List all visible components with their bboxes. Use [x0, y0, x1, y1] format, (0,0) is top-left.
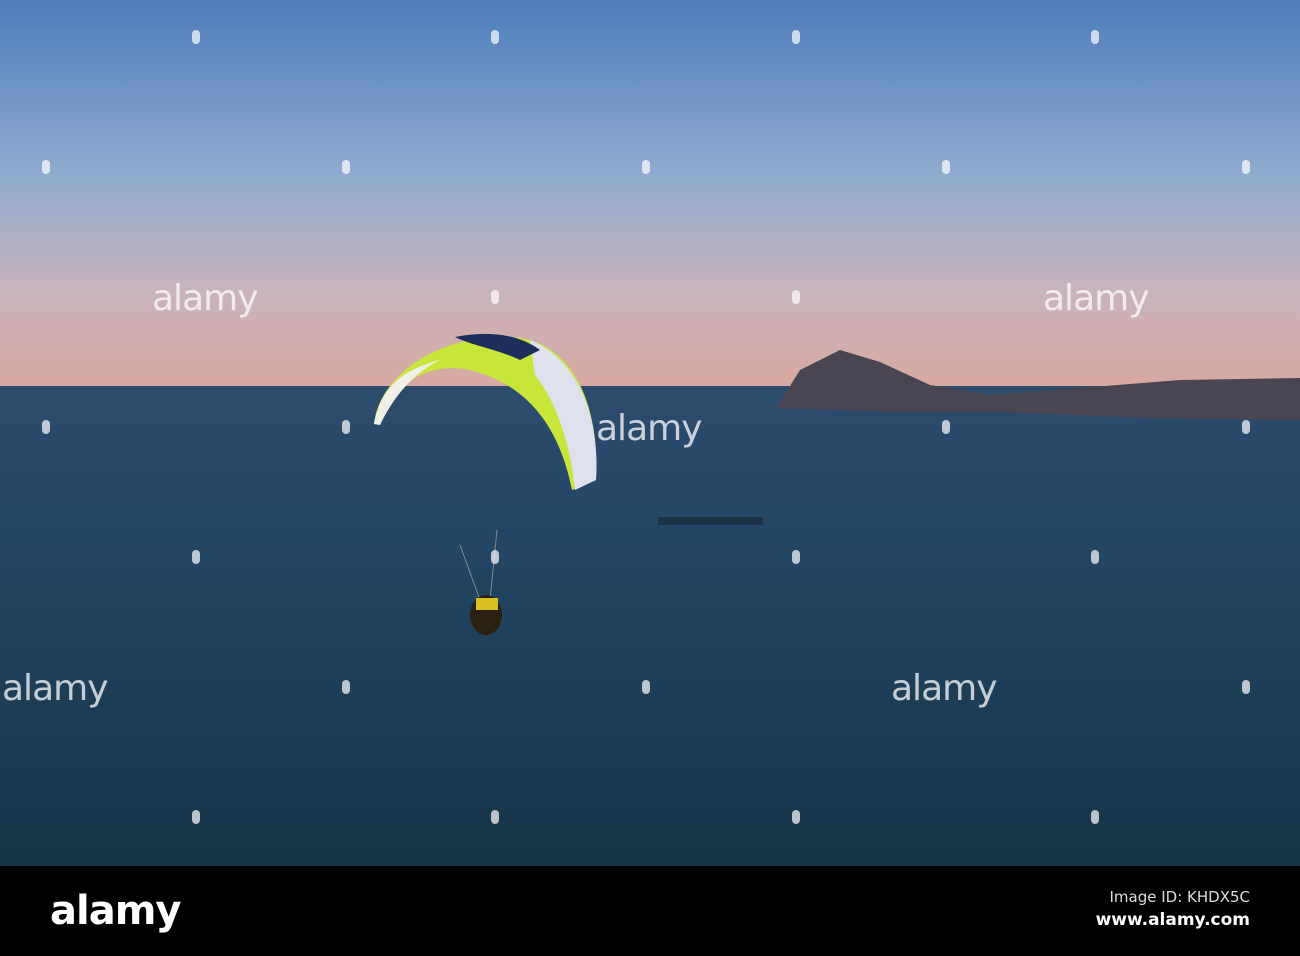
- watermark-dot: [342, 160, 350, 174]
- watermark-dot: [342, 420, 350, 434]
- watermark-dot: [792, 30, 800, 44]
- watermark-dot: [792, 810, 800, 824]
- watermark-dot: [491, 30, 499, 44]
- watermark-dot: [491, 810, 499, 824]
- sky: [0, 0, 1300, 388]
- watermark-dot: [642, 680, 650, 694]
- fish-farm: [658, 517, 763, 525]
- site-url: www.alamy.com: [1095, 910, 1250, 930]
- alamy-logo: alamy: [50, 888, 181, 934]
- watermark-dot: [342, 680, 350, 694]
- watermark-dot: [642, 160, 650, 174]
- watermark: alamy: [596, 408, 702, 449]
- watermark-dot: [192, 30, 200, 44]
- watermark-dot: [491, 290, 499, 304]
- watermark-dot: [192, 550, 200, 564]
- watermark: alamy: [1043, 278, 1149, 319]
- watermark-dot: [1091, 550, 1099, 564]
- watermark-dot: [192, 810, 200, 824]
- footer-bar: alamy Image ID: KHDX5C www.alamy.com: [0, 866, 1300, 956]
- watermark-dot: [942, 420, 950, 434]
- watermark: alamy: [891, 668, 997, 709]
- watermark-dot: [792, 550, 800, 564]
- watermark-dot: [1242, 160, 1250, 174]
- sea: [0, 386, 1300, 866]
- watermark: alamy: [2, 668, 108, 709]
- image-id: Image ID: KHDX5C: [1109, 888, 1250, 906]
- watermark-dot: [942, 160, 950, 174]
- watermark: alamy: [152, 278, 258, 319]
- watermark-dot: [491, 550, 499, 564]
- watermark-dot: [42, 420, 50, 434]
- watermark-dot: [792, 290, 800, 304]
- watermark-dot: [1091, 30, 1099, 44]
- watermark-dot: [1242, 420, 1250, 434]
- watermark-dot: [1242, 680, 1250, 694]
- watermark-dot: [1091, 810, 1099, 824]
- watermark-dot: [42, 160, 50, 174]
